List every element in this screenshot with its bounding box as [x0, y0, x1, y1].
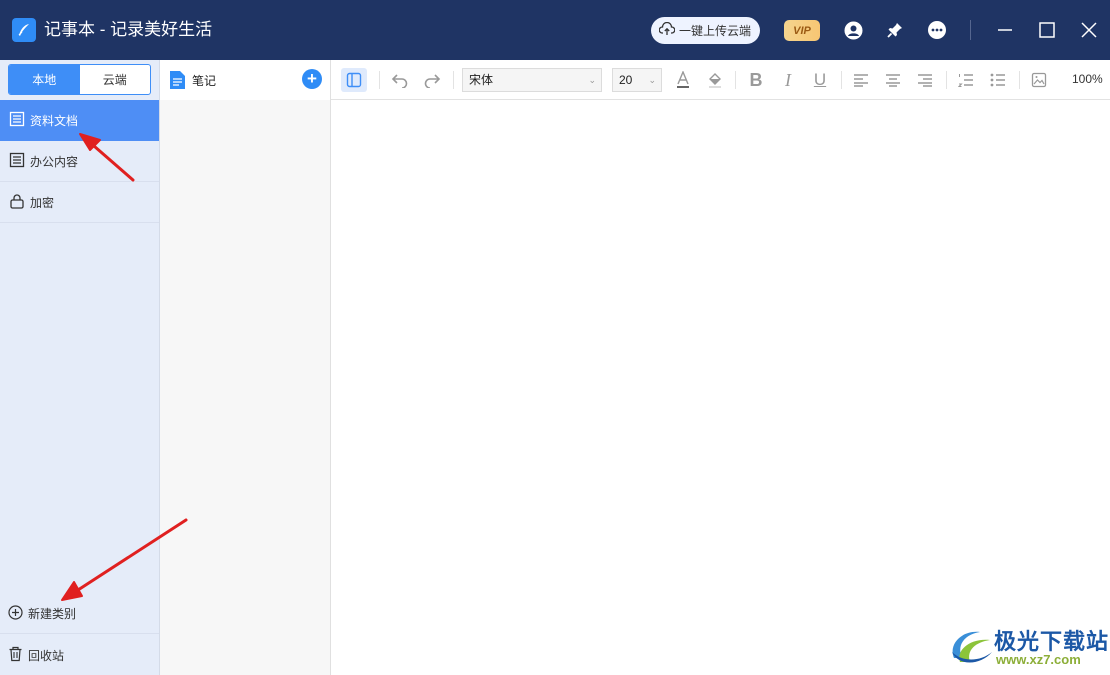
tab-cloud[interactable]: 云端	[80, 65, 151, 94]
insert-image-icon[interactable]	[1028, 69, 1050, 91]
font-family-select[interactable]: 宋体 ⌄	[462, 68, 602, 92]
recycle-bin-label: 回收站	[28, 648, 65, 663]
toolbar-divider	[841, 71, 842, 89]
undo-icon[interactable]	[389, 69, 411, 91]
document-list-icon	[9, 111, 25, 130]
zoom-level[interactable]: 100%	[1072, 72, 1103, 86]
upload-label: 一键上传云端	[679, 24, 752, 38]
category-item-documents[interactable]: 资料文档	[0, 100, 159, 141]
lock-icon	[9, 193, 25, 212]
toolbar-divider	[735, 71, 736, 89]
notepad-app: 记事本 - 记录美好生活 一键上传云端 VIP 本地 云端 资料文档 办公内容 …	[0, 0, 1110, 675]
bullet-list-icon[interactable]	[987, 69, 1009, 91]
toolbar-divider	[1019, 71, 1020, 89]
editor-toolbar: 宋体 ⌄ 20 ⌄ B I U 100%	[331, 60, 1110, 100]
user-account-icon[interactable]	[842, 19, 864, 41]
title-bar: 记事本 - 记录美好生活 一键上传云端 VIP	[0, 0, 1110, 60]
notes-list-panel: 笔记 +	[160, 60, 331, 675]
category-label: 加密	[30, 195, 55, 210]
toolbar-divider	[453, 71, 454, 89]
highlight-fill-icon[interactable]	[704, 69, 726, 91]
site-watermark: 极光下载站 www.xz7.com	[946, 620, 1108, 672]
close-icon[interactable]	[1078, 19, 1100, 41]
new-category-button[interactable]: 新建类别	[0, 594, 159, 634]
notes-title: 笔记	[192, 74, 217, 88]
toggle-sidebar-icon[interactable]	[341, 68, 367, 92]
font-family-value: 宋体	[469, 73, 494, 87]
bold-icon[interactable]: B	[745, 69, 767, 91]
category-sidebar: 本地 云端 资料文档 办公内容 加密 新建类别 回收站	[0, 60, 160, 675]
toolbar-divider	[379, 71, 380, 89]
align-right-icon[interactable]	[914, 69, 936, 91]
plus-circle-icon	[8, 604, 23, 623]
storage-toggle: 本地 云端	[8, 64, 151, 95]
toolbar-divider	[946, 71, 947, 89]
more-options-icon[interactable]	[926, 19, 948, 41]
titlebar-divider	[970, 20, 971, 40]
numbered-list-icon[interactable]	[955, 69, 977, 91]
pin-icon[interactable]	[884, 19, 906, 41]
category-item-office[interactable]: 办公内容	[0, 141, 159, 182]
add-note-button[interactable]: +	[302, 69, 322, 89]
category-item-encrypted[interactable]: 加密	[0, 182, 159, 223]
watermark-url: www.xz7.com	[996, 652, 1081, 667]
align-left-icon[interactable]	[850, 69, 872, 91]
minimize-icon[interactable]	[994, 19, 1016, 41]
font-color-icon[interactable]	[672, 69, 694, 91]
align-center-icon[interactable]	[882, 69, 904, 91]
aurora-logo-icon	[952, 631, 992, 663]
category-label: 资料文档	[30, 114, 79, 128]
cloud-upload-icon	[658, 21, 676, 39]
document-list-icon	[9, 152, 25, 171]
italic-icon[interactable]: I	[777, 69, 799, 91]
font-size-select[interactable]: 20 ⌄	[612, 68, 662, 92]
chevron-down-icon: ⌄	[648, 75, 656, 85]
category-label: 办公内容	[30, 154, 79, 169]
font-size-value: 20	[619, 73, 633, 87]
underline-icon[interactable]: U	[809, 69, 831, 91]
notes-header: 笔记 +	[160, 60, 330, 100]
redo-icon[interactable]	[421, 69, 443, 91]
trash-icon	[8, 646, 23, 665]
new-category-label: 新建类别	[28, 607, 77, 621]
recycle-bin-button[interactable]: 回收站	[0, 635, 159, 675]
tab-local[interactable]: 本地	[9, 65, 80, 94]
vip-badge[interactable]: VIP	[784, 20, 820, 41]
note-editor[interactable]	[331, 100, 1110, 675]
feather-pen-icon	[12, 18, 36, 42]
maximize-icon[interactable]	[1036, 19, 1058, 41]
window-title: 记事本 - 记录美好生活	[44, 20, 213, 39]
upload-to-cloud-button[interactable]: 一键上传云端	[651, 17, 760, 44]
chevron-down-icon: ⌄	[588, 75, 596, 85]
note-file-icon	[168, 70, 186, 95]
